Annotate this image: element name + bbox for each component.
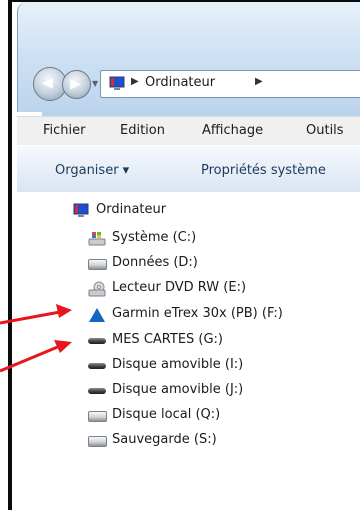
- windows-drive-icon: [88, 232, 106, 246]
- recent-pages-dropdown-icon[interactable]: ▼: [92, 79, 100, 88]
- arrow-right-icon: ▶: [70, 76, 81, 92]
- removable-drive-icon: [88, 363, 106, 369]
- breadcrumb-chevron-icon[interactable]: ▶: [131, 76, 139, 87]
- menu-affichage[interactable]: Affichage: [202, 123, 263, 138]
- breadcrumb-ordinateur[interactable]: Ordinateur: [145, 75, 215, 90]
- tree-label: Lecteur DVD RW (E:): [112, 280, 247, 295]
- arrow-left-icon: ◀: [42, 75, 53, 91]
- hard-drive-icon: [88, 411, 107, 422]
- computer-icon: [109, 76, 125, 90]
- address-bar[interactable]: ▶ Ordinateur ▶: [100, 70, 360, 98]
- dvd-drive-icon: [88, 281, 106, 297]
- hard-drive-icon: [88, 259, 107, 270]
- command-bar: Organiser ▾ Propriétés système: [17, 145, 360, 193]
- removable-drive-icon: [88, 338, 106, 344]
- tree-label: Disque amovible (J:): [112, 382, 244, 397]
- screenshot-frame: ◀ ▶ ▼ ▶ Ordinateur ▶ Fichier Edition Aff…: [0, 0, 360, 510]
- tree-label: Ordinateur: [96, 202, 167, 217]
- hard-drive-icon: [88, 436, 107, 447]
- tree-label: Sauvegarde (S:): [112, 432, 217, 447]
- tree-label: Système (C:): [112, 230, 197, 245]
- garmin-triangle-icon: [89, 308, 105, 322]
- removable-drive-icon: [88, 388, 106, 394]
- tree-label: Disque amovible (I:): [112, 357, 244, 372]
- tree-label: Garmin eTrex 30x (PB) (F:): [112, 306, 283, 321]
- menu-edition[interactable]: Edition: [120, 123, 165, 138]
- tree-label: MES CARTES (G:): [112, 332, 224, 347]
- system-properties-button[interactable]: Propriétés système: [201, 163, 326, 178]
- breadcrumb-chevron-icon[interactable]: ▶: [255, 76, 263, 87]
- navigation-pane: Ordinateur Système (C:) Données (D:) Lec…: [17, 192, 360, 510]
- organize-button[interactable]: Organiser ▾: [55, 163, 129, 178]
- forward-button[interactable]: ▶: [62, 70, 91, 99]
- menu-bar: Fichier Edition Affichage Outils: [17, 116, 360, 146]
- tree-label: Données (D:): [112, 255, 198, 270]
- computer-icon: [73, 203, 89, 217]
- menu-fichier[interactable]: Fichier: [43, 123, 86, 138]
- menu-outils[interactable]: Outils: [306, 123, 344, 138]
- tree-label: Disque local (Q:): [112, 407, 221, 422]
